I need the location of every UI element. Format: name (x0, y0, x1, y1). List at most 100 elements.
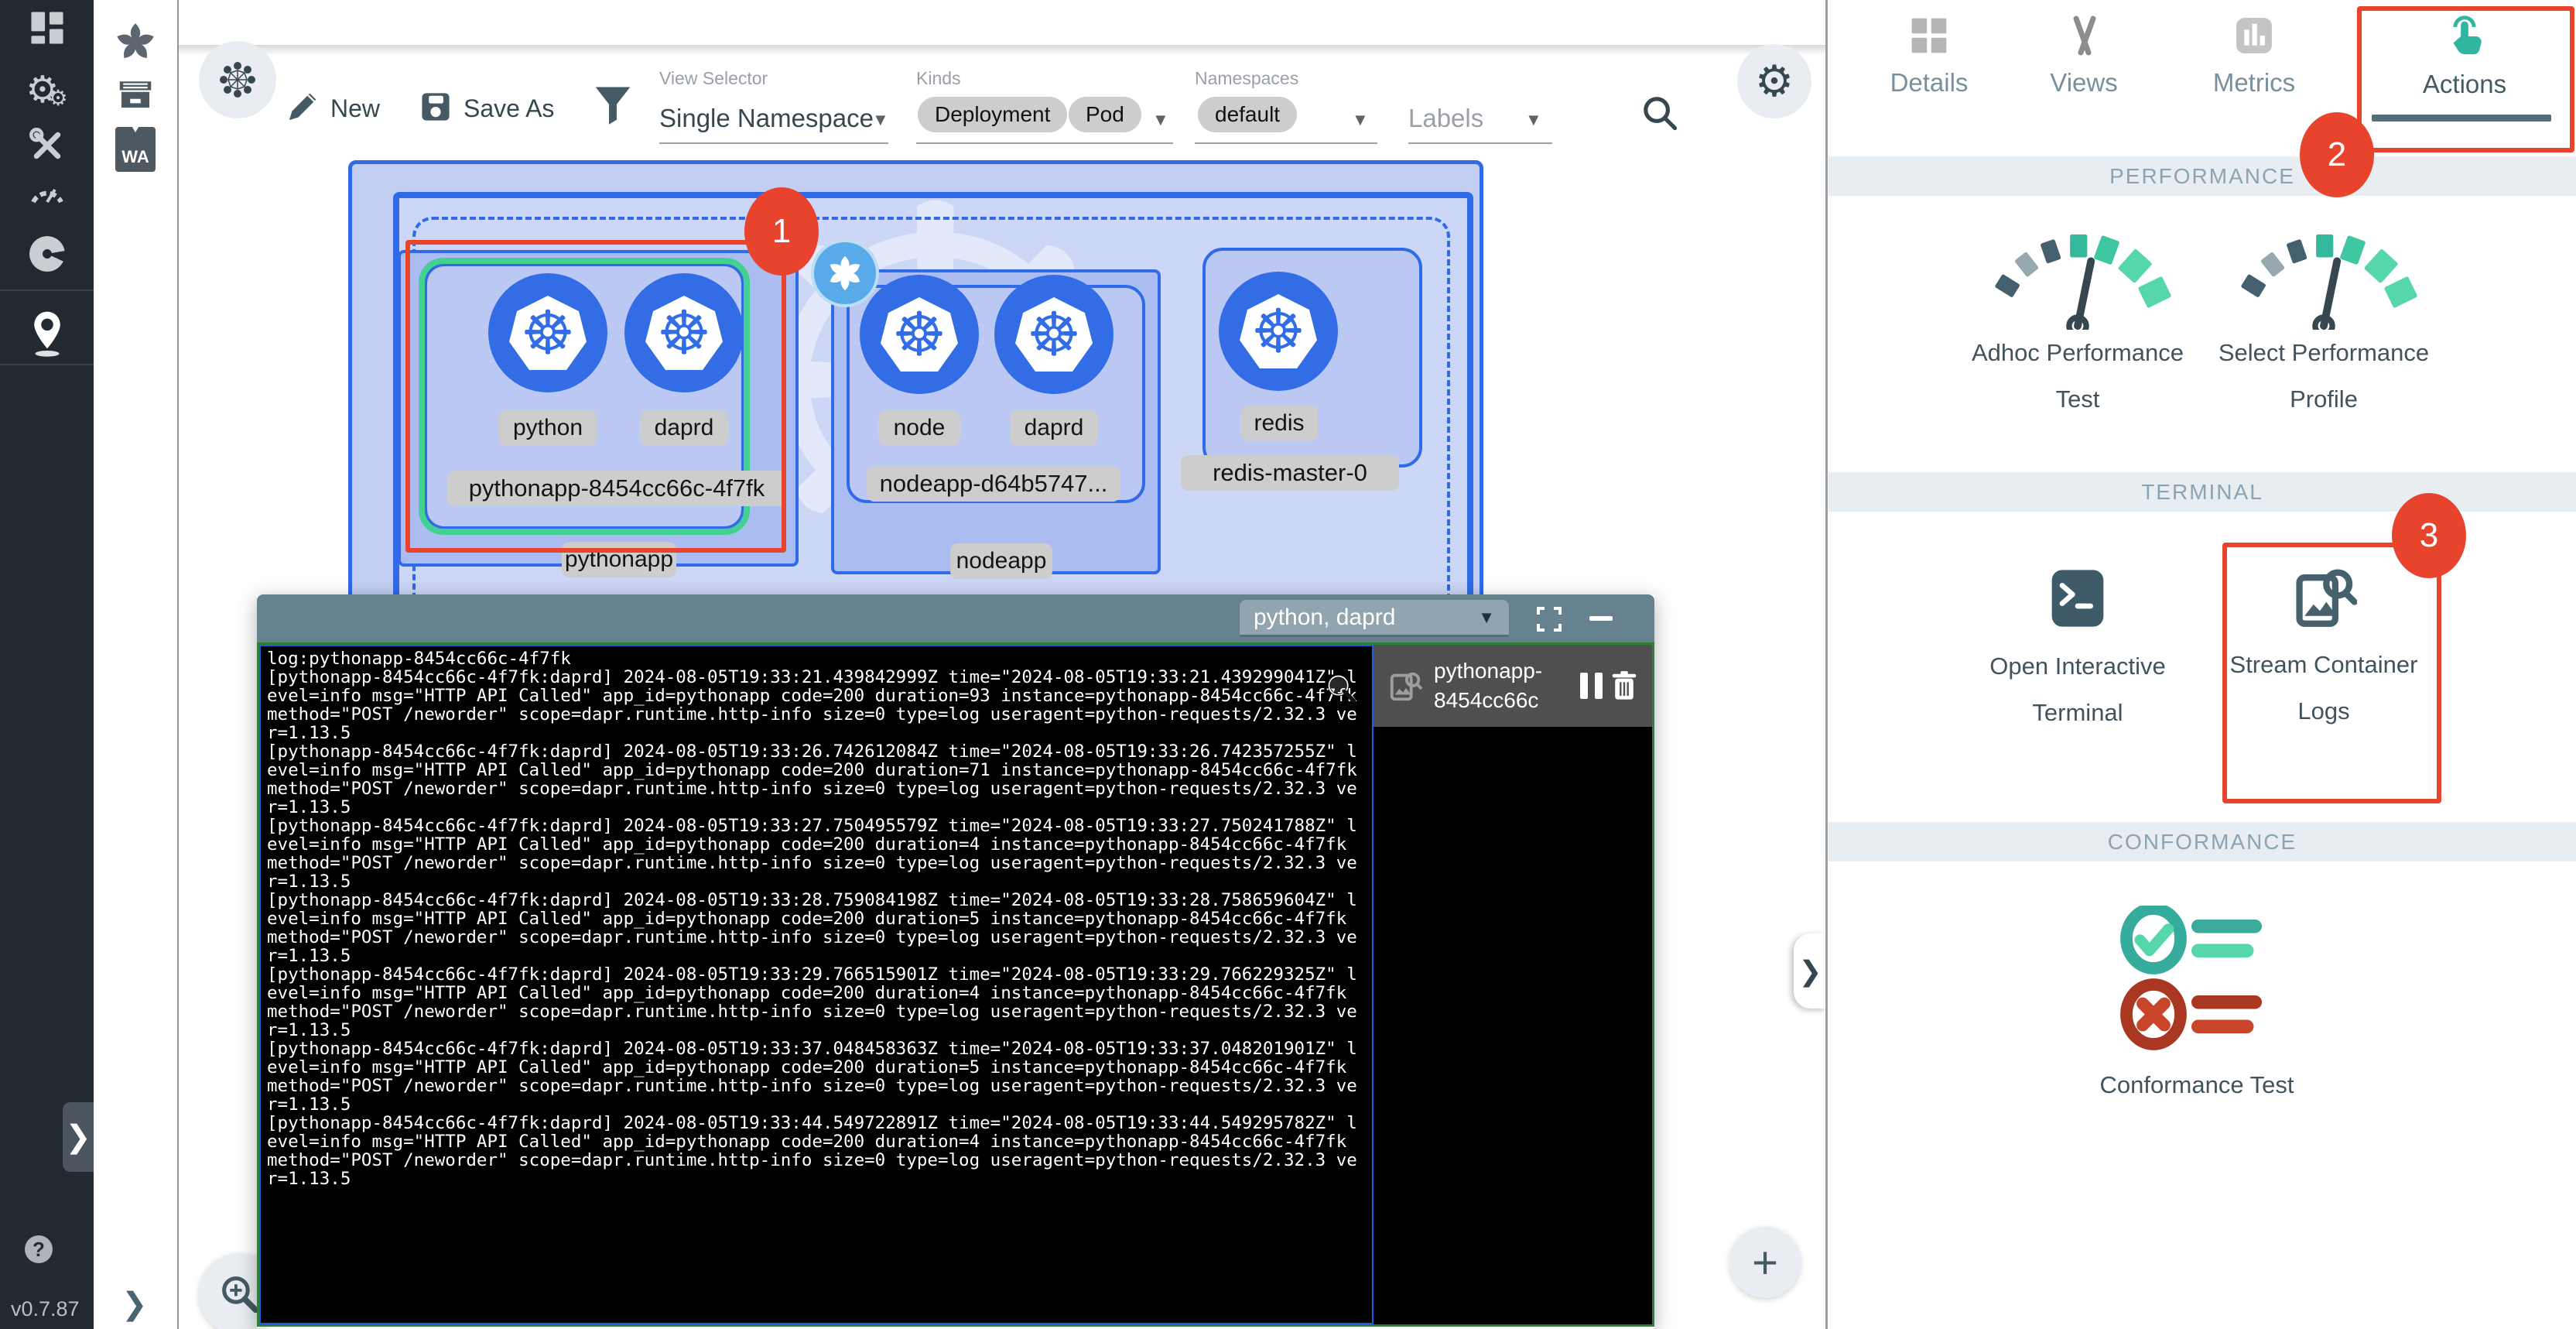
visualize-pin-icon[interactable] (0, 310, 94, 358)
action-label: Adhoc Performance (1972, 330, 2184, 376)
section-performance-header: PERFORMANCE (1829, 156, 2576, 196)
terminal-header[interactable]: python, daprd ▼ (257, 594, 1654, 642)
log-stream-list: pythonapp- 8454cc66c (1374, 645, 1652, 1324)
section-conformance-header: CONFORMANCE (1829, 822, 2576, 861)
terminal-icon (2047, 567, 2109, 629)
tab-views[interactable]: Views (2014, 0, 2154, 124)
sidebar-expand-chevron[interactable]: ❯ (63, 1102, 94, 1172)
details-grid-icon (1907, 14, 1951, 57)
container-label: redis (1240, 406, 1318, 441)
log-terminal-window: python, daprd ▼ log:pythonapp-8454cc66c-… (257, 594, 1654, 1329)
log-stream-tab[interactable]: pythonapp- 8454cc66c (1374, 645, 1652, 727)
designs-archive-icon[interactable] (94, 73, 177, 115)
annotation-badge-1: 1 (744, 187, 819, 276)
conformance-test-action[interactable]: Conformance Test (2089, 906, 2305, 1108)
toolkit-icon[interactable] (0, 128, 94, 163)
namespaces-label: Namespaces (1195, 68, 1298, 89)
search-icon[interactable] (1640, 93, 1680, 137)
delete-stream-icon[interactable] (1610, 670, 1638, 701)
select-performance-profile-action[interactable]: Select Performance Profile (2215, 231, 2432, 423)
chevron-down-icon[interactable]: ▼ (1152, 110, 1169, 130)
namespaces-underline (1195, 142, 1377, 144)
container-label: node (878, 410, 960, 446)
labels-select[interactable]: Labels (1408, 104, 1483, 133)
pod-name-label: nodeapp-d64b5747... (867, 466, 1120, 502)
log-text: log:pythonapp-8454cc66c-4f7fk [pythonapp… (261, 646, 1372, 1191)
container-node[interactable]: ☸ (860, 275, 979, 394)
container-redis[interactable]: ☸ (1219, 272, 1338, 391)
namespace-chip-default[interactable]: default (1198, 97, 1297, 132)
magnifier-cursor-icon (1325, 672, 1359, 710)
pause-stream-icon[interactable] (1580, 673, 1603, 699)
tab-label: Views (2050, 68, 2117, 98)
add-node-button[interactable]: + (1729, 1227, 1801, 1298)
annotation-box-3 (2222, 543, 2441, 803)
sidebar-divider (0, 289, 94, 291)
metrics-icon (2232, 14, 2276, 57)
mesh-pie-icon[interactable] (0, 236, 94, 272)
gauge-icon (1981, 231, 2174, 330)
terminal-body: log:pythonapp-8454cc66c-4f7fk [pythonapp… (257, 642, 1654, 1327)
left-sidebar: ⚙⚙ ❯ ? v0.7.87 (0, 0, 94, 1329)
views-icon (2062, 14, 2106, 57)
gear-icon: ⚙ (1755, 56, 1794, 107)
panel-divider (1825, 0, 1828, 1329)
open-interactive-terminal-action[interactable]: Open Interactive Terminal (1969, 567, 2186, 736)
save-icon (419, 90, 453, 128)
dashboard-icon[interactable] (0, 11, 94, 45)
minimize-icon[interactable] (1589, 616, 1613, 621)
kinds-label: Kinds (916, 68, 961, 89)
secondary-rail: WA ❯ (94, 0, 179, 1329)
action-label: Terminal (2032, 690, 2123, 736)
visualize-canvas: New Save As View Selector Single Namespa… (179, 0, 1827, 1329)
filter-funnel-icon[interactable] (594, 85, 632, 129)
view-selector-label: View Selector (659, 68, 768, 89)
tab-details[interactable]: Details (1859, 0, 1999, 124)
container-daprd-node[interactable]: ☸ (994, 275, 1114, 394)
workspace-wa-icon[interactable]: WA (94, 127, 177, 172)
action-label: Open Interactive (1989, 643, 2165, 690)
action-label: Select Performance (2219, 330, 2429, 376)
plus-icon: + (1752, 1237, 1778, 1289)
chevron-down-icon[interactable]: ▼ (1525, 110, 1542, 130)
settings-gears-icon[interactable]: ⚙⚙ (0, 68, 94, 111)
log-pane[interactable]: log:pythonapp-8454cc66c-4f7fk [pythonapp… (259, 645, 1374, 1324)
container-selector[interactable]: python, daprd ▼ (1240, 600, 1509, 637)
wa-label: WA (115, 127, 156, 172)
pencil-icon (284, 90, 320, 129)
new-button[interactable]: New (330, 94, 380, 123)
panel-collapse-chevron[interactable]: ❯ (1794, 933, 1827, 1009)
stream-pod-name-line1: pythonapp- (1434, 656, 1542, 686)
save-as-button[interactable]: Save As (464, 94, 554, 123)
gauge-icon (2227, 231, 2420, 330)
chevron-down-icon[interactable]: ▼ (1352, 110, 1369, 130)
annotation-badge-3: 3 (2392, 493, 2466, 578)
canvas-settings-button[interactable]: ⚙ (1737, 44, 1811, 118)
action-label: Profile (2290, 376, 2358, 423)
chevron-down-icon: ▼ (1478, 608, 1495, 628)
tab-label: Details (1890, 68, 1969, 98)
labels-underline (1408, 142, 1552, 144)
stream-logs-icon (1387, 668, 1423, 704)
conformance-checklist-icon (2116, 906, 2278, 1053)
version-label: v0.7.87 (11, 1297, 80, 1321)
pod-name-label: redis-master-0 (1181, 455, 1399, 491)
help-icon[interactable]: ? (25, 1235, 53, 1263)
performance-gauge-icon[interactable] (0, 180, 94, 207)
meshsync-button[interactable] (199, 41, 276, 118)
meshery-logo-icon[interactable] (94, 20, 177, 65)
container-label: daprd (1010, 410, 1098, 446)
tab-metrics[interactable]: Metrics (2184, 0, 2324, 124)
app-root: ⚙⚙ ❯ ? v0.7.87 WA ❯ (0, 0, 2576, 1329)
fullscreen-icon[interactable] (1535, 605, 1563, 637)
dapr-badge-icon (811, 239, 879, 307)
annotation-box-2 (2357, 6, 2574, 152)
container-selector-value: python, daprd (1254, 605, 1395, 631)
action-label: Test (2056, 376, 2100, 423)
rail-expand-chevron[interactable]: ❯ (121, 1286, 148, 1322)
tab-label: Metrics (2213, 68, 2295, 98)
action-label: Conformance Test (2100, 1062, 2294, 1108)
deployment-name-label: nodeapp (950, 543, 1052, 579)
annotation-badge-2: 2 (2300, 112, 2374, 197)
adhoc-performance-test-action[interactable]: Adhoc Performance Test (1969, 231, 2186, 423)
